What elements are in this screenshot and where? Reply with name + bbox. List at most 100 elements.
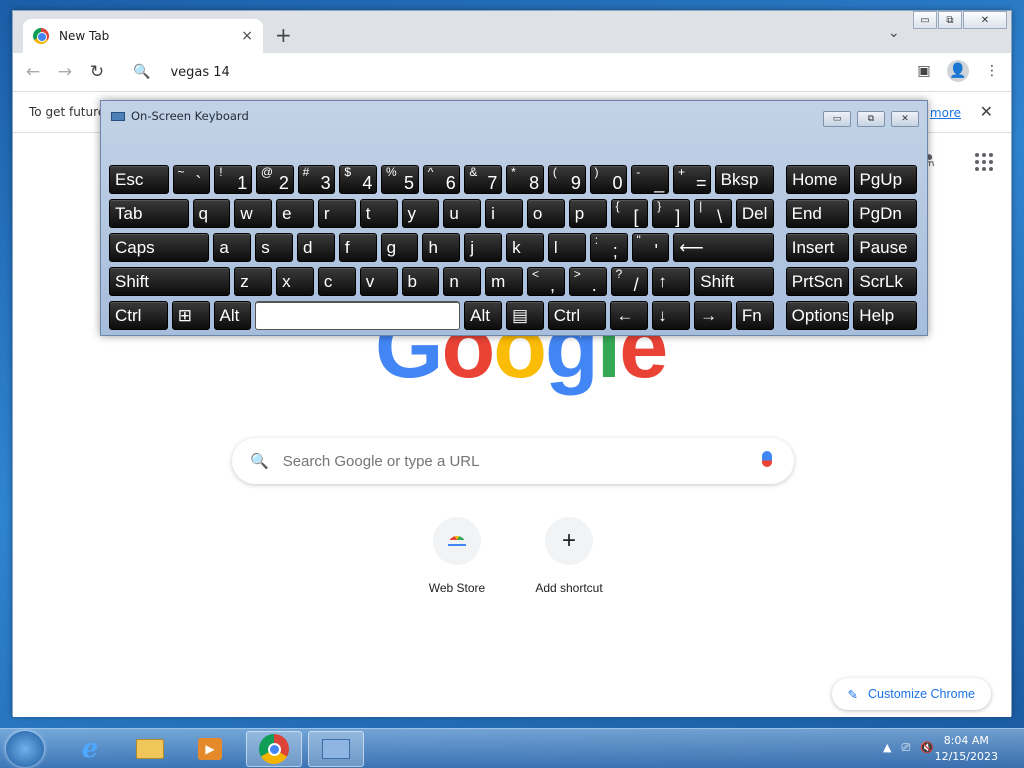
key-8[interactable]: * 8 (506, 165, 544, 194)
key-Ctrl[interactable]: Ctrl (109, 301, 168, 330)
volume-muted-icon[interactable]: 🔇 (920, 741, 934, 755)
key-v[interactable]: v (359, 267, 398, 296)
key-z[interactable]: z (234, 267, 273, 296)
key-6[interactable]: ^ 6 (422, 165, 461, 194)
omnibox-input[interactable] (170, 64, 771, 80)
key-↑[interactable]: ↑ (652, 267, 691, 296)
key-2[interactable]: @2 (255, 165, 294, 194)
key-f[interactable]: f (338, 233, 377, 262)
key-Help[interactable]: Help (853, 301, 917, 330)
key-5[interactable]: % 5 (381, 165, 419, 194)
key-3[interactable]: #3 (297, 165, 336, 194)
file-explorer-icon[interactable] (122, 731, 178, 767)
infobar-learn-more-link[interactable]: more (930, 106, 961, 120)
key-Pause[interactable]: Pause (853, 233, 918, 262)
key-Options[interactable]: Options (785, 301, 850, 330)
internet-explorer-icon[interactable]: e (62, 731, 118, 767)
key-=[interactable]: + = (672, 165, 711, 194)
key-Fn[interactable]: Fn (735, 301, 774, 330)
osk-taskbar-icon[interactable] (308, 731, 364, 767)
key-l[interactable]: l (547, 233, 586, 262)
key-q[interactable]: q (192, 199, 231, 228)
search-input[interactable] (282, 452, 723, 470)
key-Insert[interactable]: Insert (785, 233, 850, 262)
clock[interactable]: 8:04 AM 12/15/2023 (935, 733, 998, 765)
side-panel-icon[interactable]: ▣ (913, 60, 935, 82)
key-o[interactable]: o (526, 199, 565, 228)
key-Ctrl[interactable]: Ctrl (547, 301, 607, 330)
key-Shift[interactable]: Shift (109, 267, 231, 296)
minimize-button[interactable]: ▭ (913, 11, 937, 29)
key-a[interactable]: a (213, 233, 252, 262)
key-n[interactable]: n (443, 267, 482, 296)
key-/[interactable]: ? / (610, 267, 649, 296)
key-▤[interactable]: ▤ (505, 301, 544, 330)
new-tab-button[interactable]: + (275, 25, 292, 45)
key-w[interactable]: w (234, 199, 273, 228)
key-][interactable]: }] (652, 199, 691, 228)
tab-search-icon[interactable]: ⌄ (888, 25, 900, 41)
reload-button[interactable]: ↻ (85, 60, 109, 84)
key-_[interactable]: - _ (631, 165, 669, 194)
key-k[interactable]: k (506, 233, 544, 262)
key-7[interactable]: & 7 (464, 165, 503, 194)
close-window-button[interactable]: ✕ (963, 11, 1007, 29)
key-b[interactable]: b (401, 267, 440, 296)
key-Alt[interactable]: Alt (213, 301, 252, 330)
key-Del[interactable]: Del (735, 199, 774, 228)
key-,[interactable]: <, (526, 267, 565, 296)
key-r[interactable]: r (317, 199, 356, 228)
key-→[interactable]: → (694, 301, 732, 330)
customize-chrome-button[interactable]: ✎ Customize Chrome (831, 678, 991, 710)
key-'[interactable]: " ' (631, 233, 670, 262)
key-h[interactable]: h (422, 233, 461, 262)
back-button[interactable]: ← (21, 60, 45, 84)
key-y[interactable]: y (401, 199, 440, 228)
key-⟵[interactable]: ⟵ (673, 233, 774, 262)
osk-titlebar[interactable]: On-Screen Keyboard (101, 101, 927, 131)
shortcut-add[interactable]: + Add shortcut (519, 517, 619, 595)
forward-button[interactable]: → (53, 60, 77, 84)
key-9[interactable]: (9 (547, 165, 586, 194)
key-PgUp[interactable]: PgUp (853, 165, 917, 194)
apps-grid-icon[interactable] (975, 153, 993, 171)
key-t[interactable]: t (359, 199, 398, 228)
key-space[interactable] (255, 301, 461, 330)
key-Caps[interactable]: Caps (109, 233, 210, 262)
start-button[interactable] (6, 731, 44, 767)
restore-button[interactable]: ⧉ (938, 11, 962, 29)
key-Esc[interactable]: Esc (109, 165, 169, 194)
search-box[interactable]: 🔍 (232, 438, 794, 484)
show-hidden-icons[interactable]: ▲ (883, 741, 891, 755)
key-⊞[interactable]: ⊞ (171, 301, 210, 330)
network-icon[interactable]: ⎚ (901, 741, 910, 755)
key-u[interactable]: u (443, 199, 482, 228)
key-Shift[interactable]: Shift (694, 267, 774, 296)
tab-new-tab[interactable]: New Tab × (23, 19, 263, 53)
key-x[interactable]: x (276, 267, 314, 296)
key-e[interactable]: e (276, 199, 314, 228)
key-PrtScn[interactable]: PrtScn (785, 267, 850, 296)
key-;[interactable]: :; (589, 233, 628, 262)
chrome-taskbar-icon[interactable] (246, 731, 302, 767)
key-c[interactable]: c (317, 267, 356, 296)
key-ScrLk[interactable]: ScrLk (853, 267, 918, 296)
infobar-close-icon[interactable]: ✕ (980, 102, 993, 121)
key-PgDn[interactable]: PgDn (853, 199, 917, 228)
profile-avatar-icon[interactable]: 👤 (947, 60, 969, 82)
key-Home[interactable]: Home (786, 165, 850, 194)
key-Tab[interactable]: Tab (109, 199, 189, 228)
menu-kebab-icon[interactable]: ⋮ (981, 60, 1003, 82)
key-4[interactable]: $4 (339, 165, 378, 194)
osk-restore-button[interactable]: ⧉ (857, 111, 885, 127)
key-End[interactable]: End (785, 199, 850, 228)
key-i[interactable]: i (485, 199, 523, 228)
key-p[interactable]: p (568, 199, 607, 228)
microphone-icon[interactable] (762, 451, 772, 467)
key-←[interactable]: ← (610, 301, 649, 330)
key-.[interactable]: >. (568, 267, 607, 296)
key-[[interactable]: {[ (610, 199, 649, 228)
osk-close-button[interactable]: ✕ (891, 111, 919, 127)
shortcut-web-store[interactable]: Web Store (407, 517, 507, 595)
key-m[interactable]: m (485, 267, 523, 296)
